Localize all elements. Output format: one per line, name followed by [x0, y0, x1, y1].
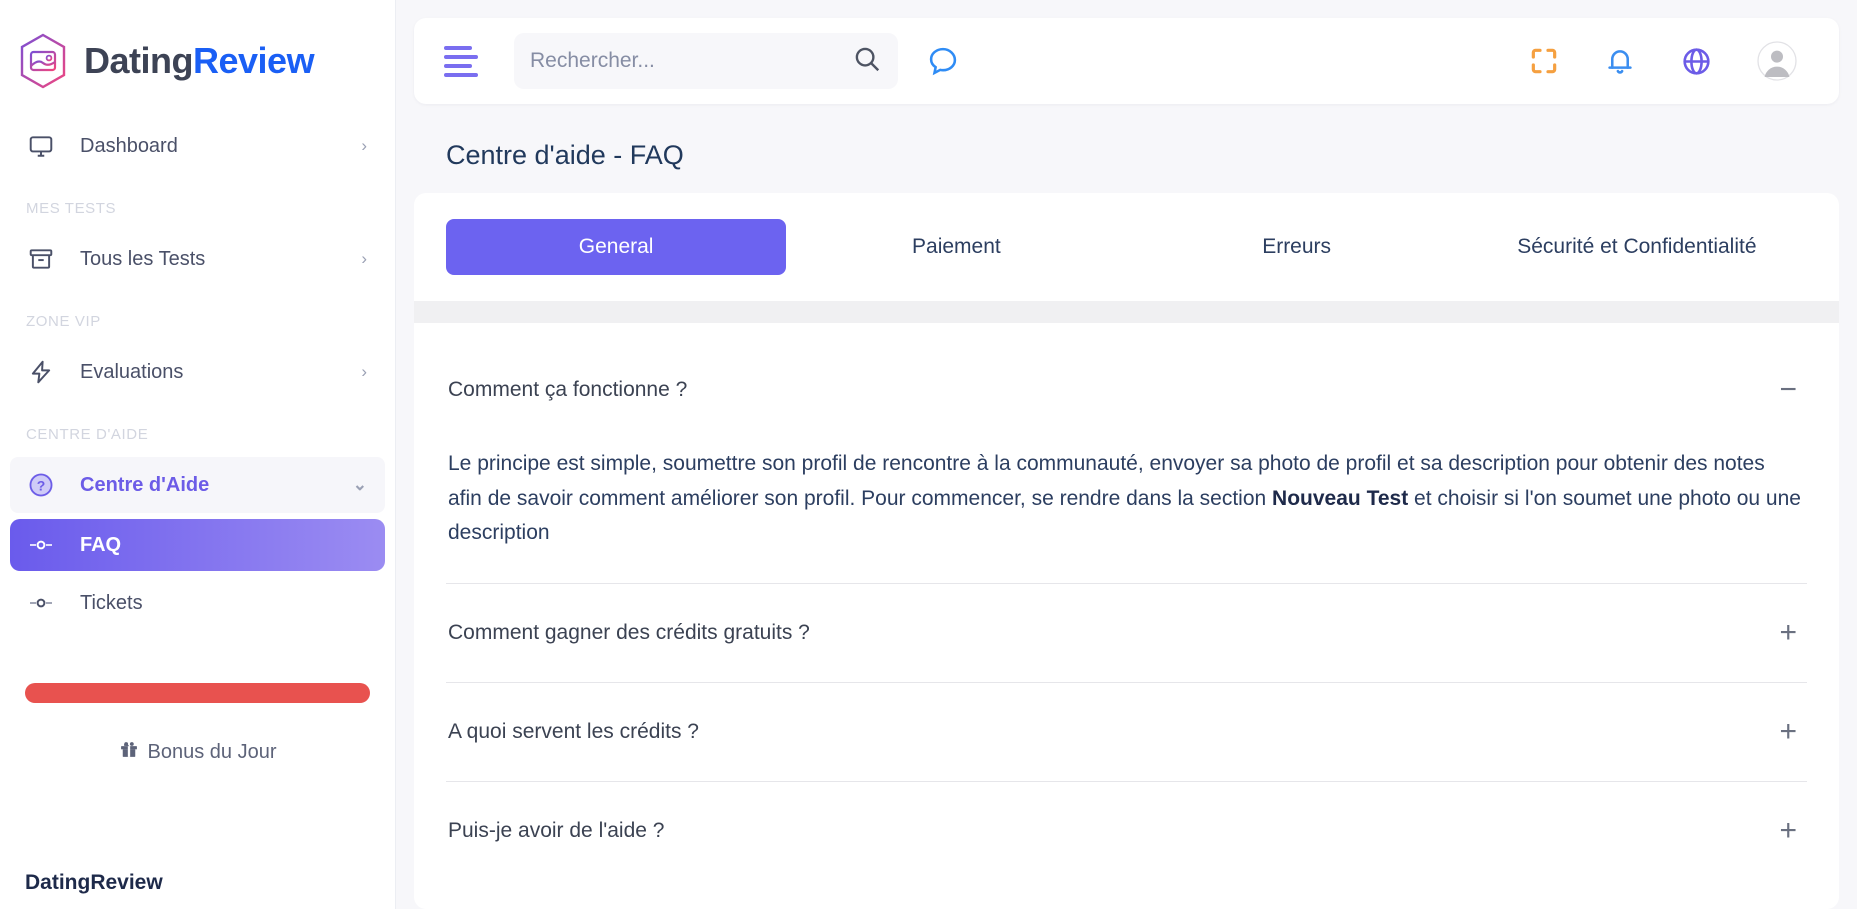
gift-icon — [119, 739, 139, 765]
sidebar-item-label: Evaluations — [80, 360, 184, 383]
search-icon[interactable] — [852, 44, 882, 79]
avatar[interactable] — [1757, 41, 1797, 81]
faq-question-text: A quoi servent les crédits ? — [448, 719, 699, 743]
faq-question-row[interactable]: Puis-je avoir de l'aide ? + — [446, 782, 1807, 880]
faq-question-text: Puis-je avoir de l'aide ? — [448, 818, 665, 842]
sidebar-item-label: Dashboard — [80, 134, 178, 157]
faq-item: A quoi servent les crédits ? + — [446, 683, 1807, 782]
photo-hexagon-icon — [16, 32, 70, 90]
faq-question-row[interactable]: Comment ça fonctionne ? − — [446, 341, 1807, 439]
dot-marker-icon — [24, 598, 58, 608]
sidebar-nav: Dashboard › MES TESTS Tous les Tests › Z… — [0, 96, 395, 635]
plus-icon[interactable]: + — [1779, 617, 1801, 648]
sidebar-item-evaluations[interactable]: Evaluations › — [10, 344, 385, 400]
chevron-down-icon: ⌄ — [352, 475, 367, 494]
logo-wordmark: DatingReview — [84, 40, 315, 82]
chevron-right-icon: › — [361, 362, 367, 381]
faq-item: Comment ça fonctionne ? − Le principe es… — [446, 341, 1807, 584]
card-divider — [414, 301, 1839, 323]
tab-securite-confidentialite[interactable]: Sécurité et Confidentialité — [1467, 219, 1807, 275]
chevron-right-icon: › — [361, 249, 367, 268]
sidebar-item-label: Centre d'Aide — [80, 473, 210, 496]
sidebar-group-zone-vip: ZONE VIP — [26, 313, 101, 330]
faq-answer-highlight: Nouveau Test — [1272, 486, 1409, 510]
sidebar-item-label: Tous les Tests — [80, 247, 206, 270]
hamburger-menu-icon[interactable] — [444, 45, 478, 77]
bonus-label: Bonus du Jour — [147, 740, 277, 763]
logo-text-review: Review — [193, 40, 315, 81]
faq-question-row[interactable]: Comment gagner des crédits gratuits ? + — [446, 584, 1807, 682]
minus-icon[interactable]: − — [1779, 375, 1801, 405]
bell-icon[interactable] — [1604, 45, 1636, 77]
plus-icon[interactable]: + — [1779, 716, 1801, 747]
sidebar-subitem-faq[interactable]: FAQ — [10, 519, 385, 571]
faq-item: Puis-je avoir de l'aide ? + — [446, 782, 1807, 880]
tab-general[interactable]: General — [446, 219, 787, 275]
sidebar-group-centre-daide: CENTRE D'AIDE — [26, 426, 149, 443]
faq-category-tabs: General Paiement Erreurs Sécurité et Con… — [414, 193, 1839, 301]
promo-banner[interactable] — [25, 683, 370, 703]
tab-erreurs[interactable]: Erreurs — [1127, 219, 1467, 275]
topbar-actions — [1528, 41, 1839, 81]
archive-box-icon — [24, 246, 58, 272]
sidebar-footer-brand: DatingReview — [25, 871, 163, 894]
sidebar-item-centre-daide[interactable]: ? Centre d'Aide ⌄ — [10, 457, 385, 513]
sidebar-logo[interactable]: DatingReview — [0, 0, 395, 96]
sidebar-group-mes-tests: MES TESTS — [26, 200, 117, 217]
sidebar-subitem-label: FAQ — [80, 533, 122, 556]
main-area: Centre d'aide - FAQ General Paiement Err… — [396, 0, 1857, 909]
fullscreen-icon[interactable] — [1528, 45, 1560, 77]
faq-question-text: Comment gagner des crédits gratuits ? — [448, 620, 810, 644]
topbar — [414, 18, 1839, 104]
sidebar-subitem-label: Tickets — [80, 591, 143, 614]
plus-icon[interactable]: + — [1779, 815, 1801, 846]
bonus-du-jour-button[interactable]: Bonus du Jour — [0, 739, 395, 765]
dot-marker-icon — [24, 540, 58, 550]
sidebar-item-tous-les-tests[interactable]: Tous les Tests › — [10, 231, 385, 287]
globe-icon[interactable] — [1680, 45, 1713, 78]
svg-text:?: ? — [37, 477, 46, 493]
search-input[interactable] — [530, 49, 852, 73]
tab-paiement[interactable]: Paiement — [786, 219, 1126, 275]
faq-item: Comment gagner des crédits gratuits ? + — [446, 584, 1807, 683]
chat-bubble-icon[interactable] — [926, 44, 960, 78]
logo-text-dating: Dating — [84, 40, 194, 81]
sidebar: DatingReview Dashboard › MES TESTS Tous … — [0, 0, 396, 909]
question-circle-icon: ? — [24, 471, 58, 499]
faq-question-row[interactable]: A quoi servent les crédits ? + — [446, 683, 1807, 781]
monitor-icon — [24, 133, 58, 159]
chevron-right-icon: › — [361, 136, 367, 155]
page-title: Centre d'aide - FAQ — [446, 140, 684, 170]
faq-answer: Le principe est simple, soumettre son pr… — [446, 439, 1807, 583]
sidebar-subitem-tickets[interactable]: Tickets — [10, 577, 385, 629]
faq-question-text: Comment ça fonctionne ? — [448, 378, 688, 401]
app-root: DatingReview Dashboard › MES TESTS Tous … — [0, 0, 1857, 909]
search-box[interactable] — [514, 33, 898, 89]
faq-list: Comment ça fonctionne ? − Le principe es… — [414, 323, 1839, 909]
lightning-bolt-icon — [24, 359, 58, 385]
sidebar-item-dashboard[interactable]: Dashboard › — [10, 118, 385, 174]
